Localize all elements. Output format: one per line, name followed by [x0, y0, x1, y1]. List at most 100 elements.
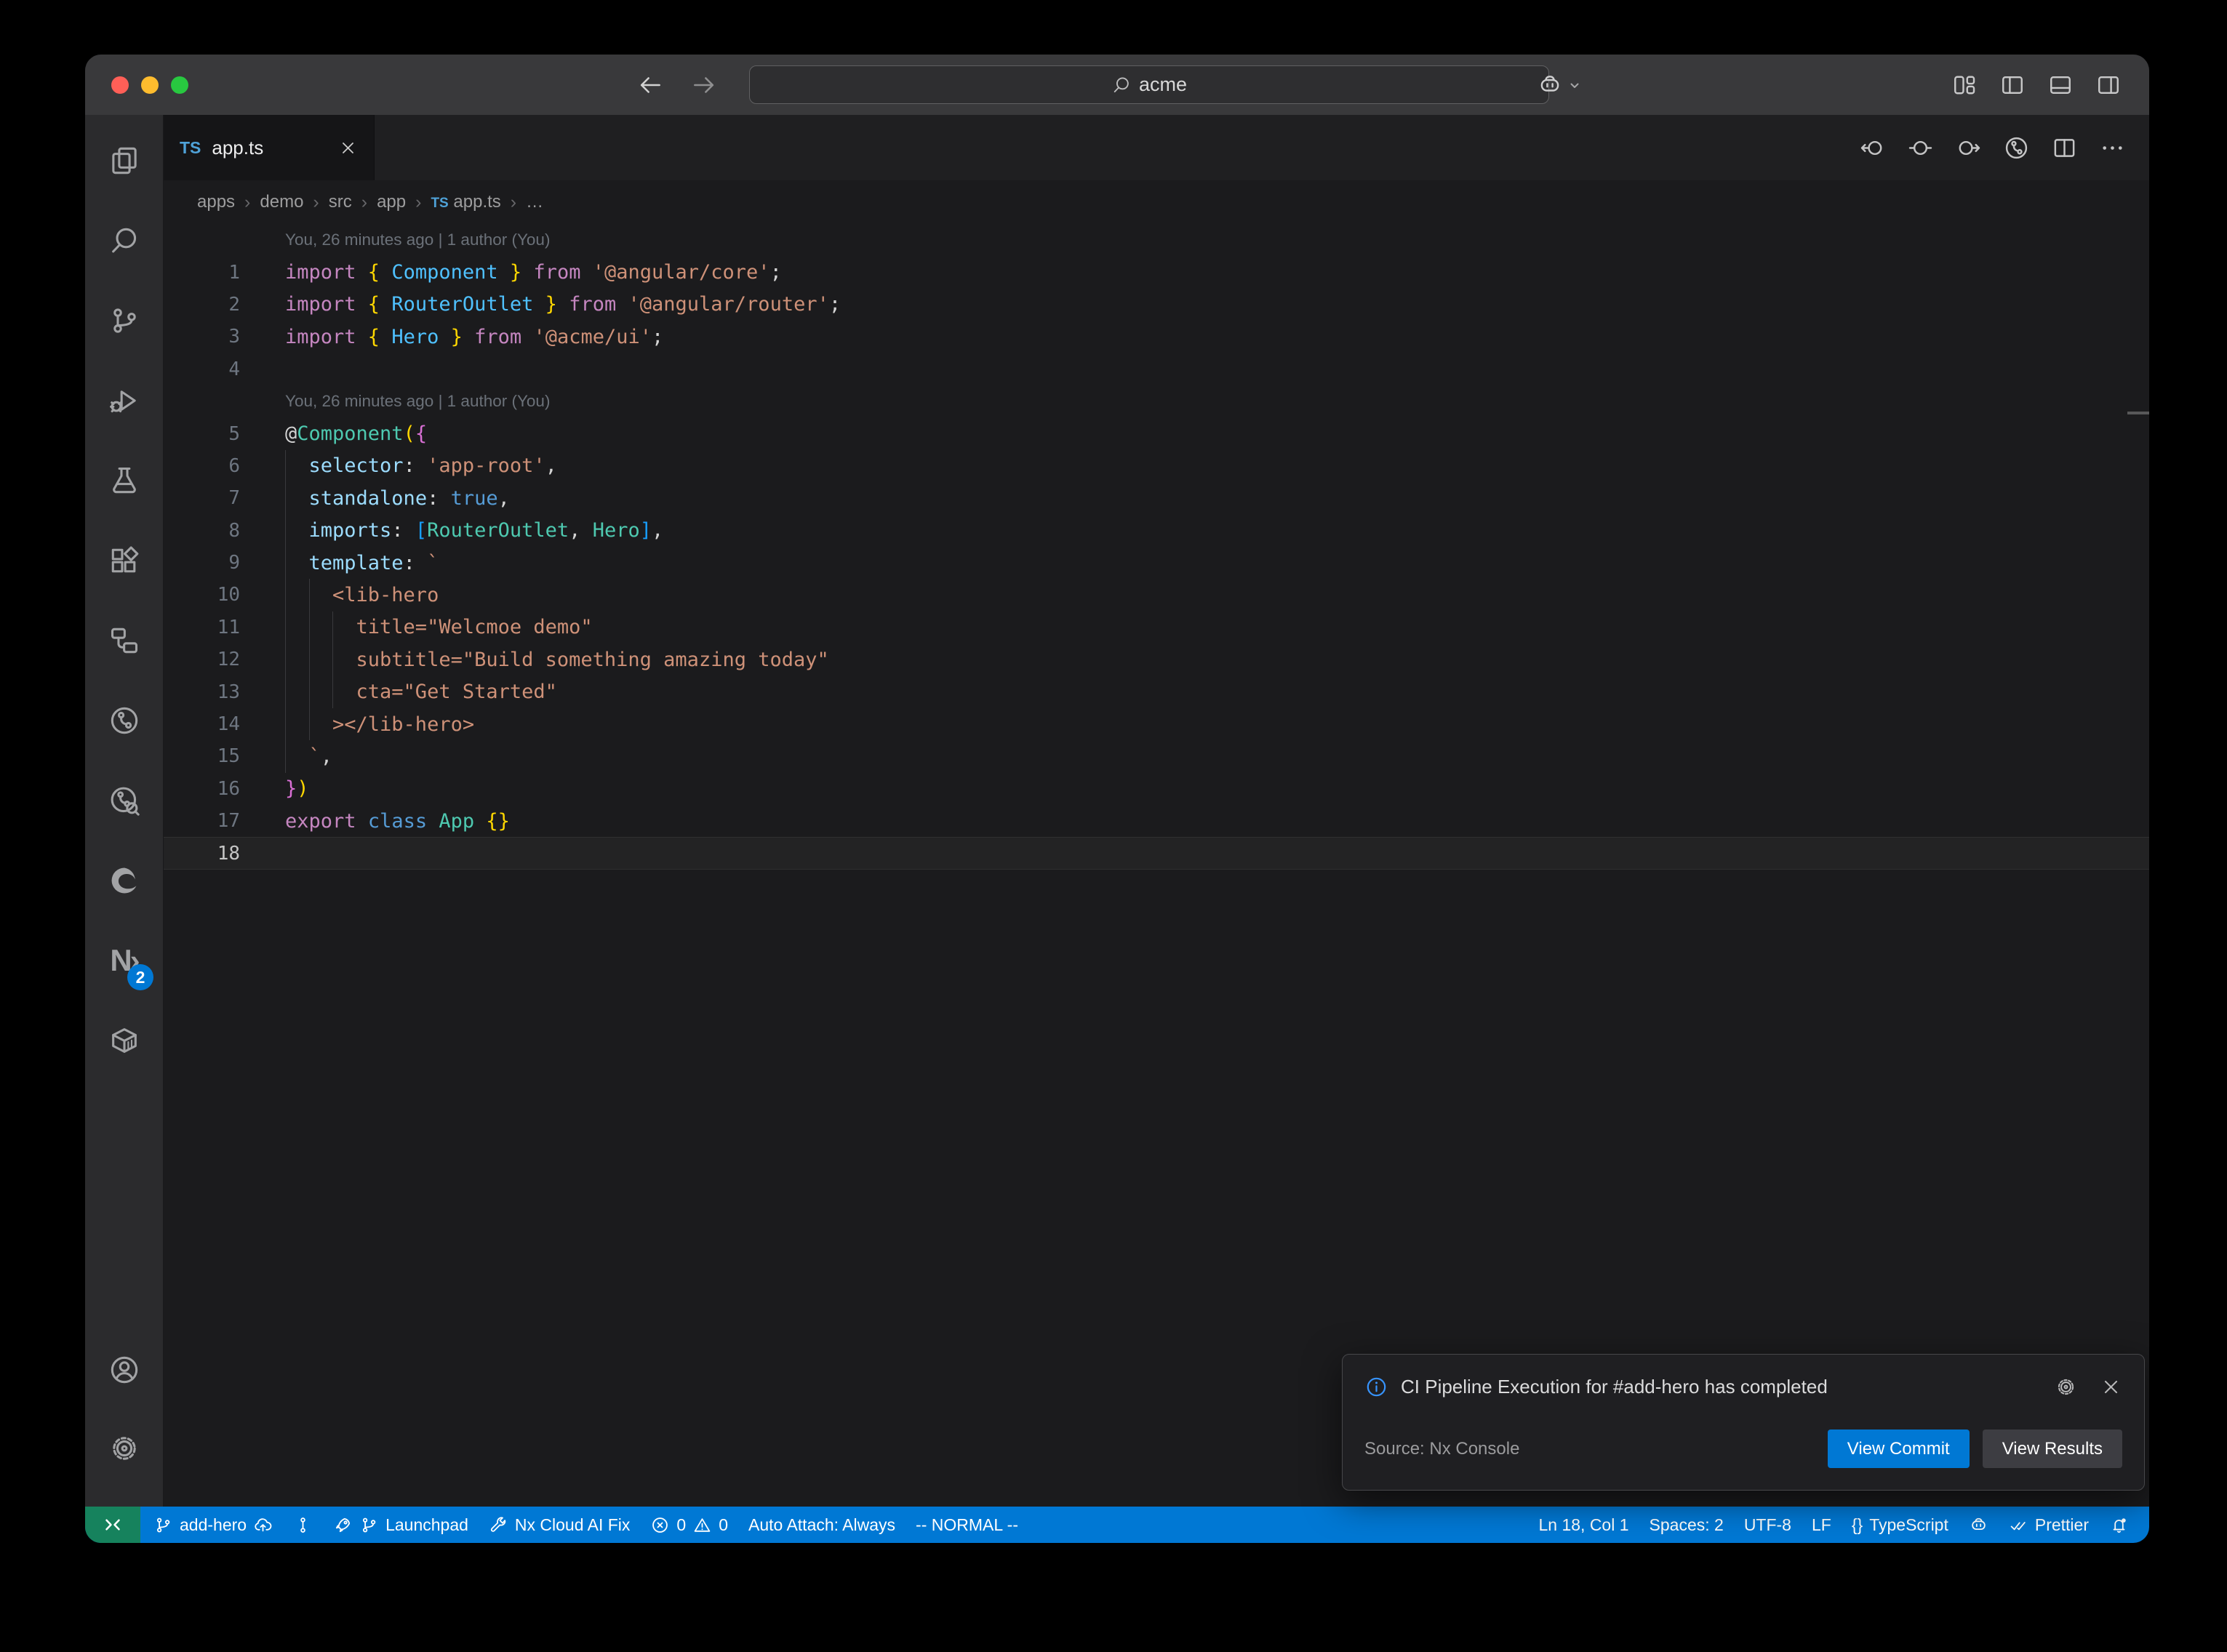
status-indentation[interactable]: Spaces: 2 [1639, 1507, 1734, 1543]
close-tab-icon[interactable] [338, 138, 358, 158]
code-editor[interactable]: You, 26 minutes ago | 1 author (You)1imp… [164, 224, 2149, 1507]
remote-indicator[interactable] [85, 1507, 140, 1543]
breadcrumb-item-demo[interactable]: demo [260, 192, 303, 212]
status-eol[interactable]: LF [1802, 1507, 1842, 1543]
activity-item-manage-settings[interactable] [85, 1411, 163, 1486]
code-line-9[interactable]: 9 template: ` [164, 547, 2149, 579]
code-line-10[interactable]: 10 <lib-hero [164, 579, 2149, 611]
status-language-mode[interactable]: {}TypeScript [1842, 1507, 1959, 1543]
breadcrumb-item-app-ts[interactable]: TS app.ts [431, 192, 500, 212]
breadcrumb-item--[interactable]: … [526, 192, 543, 212]
status-auto-attach[interactable]: Auto Attach: Always [738, 1507, 905, 1543]
activity-item-extensions[interactable] [85, 521, 163, 601]
tab-label: app.ts [212, 137, 263, 159]
gitlens-changes-icon[interactable] [1907, 135, 1934, 161]
activity-bar: N›2 [85, 115, 164, 1507]
activity-item-accounts[interactable] [85, 1332, 163, 1408]
code-line-8[interactable]: 8 imports: [RouterOutlet, Hero], [164, 515, 2149, 547]
zoom-window-button[interactable] [171, 76, 188, 94]
activity-item-edge-tools[interactable] [85, 841, 163, 921]
customize-layout-icon[interactable] [1951, 72, 1978, 98]
line-number: 7 [164, 487, 285, 509]
vscode-window: acme N›2 TS app.ts apps›demo›src [85, 55, 2149, 1543]
status-launchpad[interactable]: Launchpad [323, 1507, 479, 1543]
code-line-11[interactable]: 11 title="Welcmoe demo" [164, 612, 2149, 643]
line-number: 18 [164, 843, 285, 865]
activity-item-testing[interactable] [85, 441, 163, 521]
breadcrumb-item-src[interactable]: src [329, 192, 352, 212]
code-line-3[interactable]: 3import { Hero } from '@acme/ui'; [164, 321, 2149, 353]
status-label: Spaces: 2 [1650, 1515, 1724, 1535]
code-line-6[interactable]: 6 selector: 'app-root', [164, 450, 2149, 482]
code-line-14[interactable]: 14 ></lib-hero> [164, 708, 2149, 740]
code-line-4[interactable]: 4 [164, 353, 2149, 385]
status-label: Auto Attach: Always [748, 1515, 895, 1535]
activity-item-containers[interactable] [85, 1001, 163, 1080]
code-text: standalone: true, [285, 487, 510, 510]
status-problems[interactable]: 00 [640, 1507, 738, 1543]
activity-item-source-control[interactable] [85, 281, 163, 361]
status-copilot-status[interactable] [1959, 1507, 1999, 1543]
minimize-window-button[interactable] [141, 76, 159, 94]
forward-arrow-icon[interactable] [690, 71, 718, 99]
status-notifications-bell[interactable] [2099, 1507, 2139, 1543]
code-line-12[interactable]: 12 subtitle="Build something amazing tod… [164, 643, 2149, 675]
tab-app-ts[interactable]: TS app.ts [164, 115, 375, 180]
code-line-18[interactable]: 18 [164, 837, 2149, 869]
line-number: 1 [164, 262, 285, 284]
notification-title: CI Pipeline Execution for #add-hero has … [1401, 1376, 2032, 1398]
gitlens-prev-change-icon[interactable] [1859, 135, 1886, 161]
indent-guide [285, 547, 286, 579]
back-arrow-icon[interactable] [636, 71, 664, 99]
code-line-7[interactable]: 7 standalone: true, [164, 482, 2149, 514]
editor-group: TS app.ts apps›demo›src›app›TS app.ts›… … [164, 115, 2149, 1507]
view-commit-button[interactable]: View Commit [1828, 1430, 1970, 1468]
status-branch[interactable]: add-hero [143, 1507, 283, 1543]
copilot-menu-button[interactable] [1537, 55, 1583, 115]
view-results-button[interactable]: View Results [1983, 1430, 2122, 1468]
notification-close-icon[interactable] [2100, 1376, 2122, 1398]
code-line-5[interactable]: 5@Component({ [164, 417, 2149, 449]
line-number: 10 [164, 584, 285, 606]
status-gitlens-compare[interactable] [283, 1507, 323, 1543]
code-text: export class App {} [285, 810, 510, 833]
code-text: cta="Get Started" [285, 681, 557, 703]
accounts-icon [108, 1353, 141, 1387]
gitlens-graph-icon[interactable] [2003, 135, 2030, 161]
code-line-1[interactable]: 1import { Component } from '@angular/cor… [164, 256, 2149, 288]
gitlens-next-change-icon[interactable] [1955, 135, 1982, 161]
indent-guide [285, 643, 286, 675]
info-icon [1364, 1375, 1388, 1399]
project-explorer-icon [108, 624, 141, 657]
notification-settings-icon[interactable] [2055, 1376, 2077, 1398]
code-text: subtitle="Build something amazing today" [285, 649, 829, 671]
code-line-17[interactable]: 17export class App {} [164, 805, 2149, 837]
breadcrumb-item-apps[interactable]: apps [197, 192, 235, 212]
status-vim-mode[interactable]: -- NORMAL -- [905, 1507, 1028, 1543]
code-line-13[interactable]: 13 cta="Get Started" [164, 675, 2149, 707]
activity-item-explorer[interactable] [85, 121, 163, 201]
activity-item-nx-console[interactable]: N›2 [85, 921, 163, 1001]
code-line-2[interactable]: 2import { RouterOutlet } from '@angular/… [164, 289, 2149, 321]
activity-item-run-and-debug[interactable] [85, 361, 163, 441]
activity-item-gitlens[interactable] [85, 681, 163, 761]
more-actions-icon[interactable] [2099, 135, 2126, 161]
command-center-search[interactable]: acme [749, 65, 1549, 104]
toggle-panel-icon[interactable] [2047, 72, 2074, 98]
activity-item-search[interactable] [85, 201, 163, 281]
status-formatter-prettier[interactable]: Prettier [1999, 1507, 2099, 1543]
split-editor-icon[interactable] [2051, 135, 2078, 161]
code-line-16[interactable]: 16}) [164, 773, 2149, 805]
close-window-button[interactable] [111, 76, 129, 94]
code-text: imports: [RouterOutlet, Hero], [285, 519, 663, 542]
code-line-15[interactable]: 15 `, [164, 740, 2149, 772]
status-nx-cloud-ai-fix[interactable]: Nx Cloud AI Fix [479, 1507, 641, 1543]
breadcrumb-item-app[interactable]: app [377, 192, 406, 212]
status-encoding[interactable]: UTF-8 [1734, 1507, 1802, 1543]
toggle-primary-sidebar-icon[interactable] [1999, 72, 2026, 98]
activity-item-gitlens-inspect[interactable] [85, 761, 163, 841]
toggle-secondary-sidebar-icon[interactable] [2095, 72, 2122, 98]
status-cursor-position[interactable]: Ln 18, Col 1 [1528, 1507, 1639, 1543]
activity-item-project-explorer[interactable] [85, 601, 163, 681]
layout-controls [1951, 55, 2122, 115]
